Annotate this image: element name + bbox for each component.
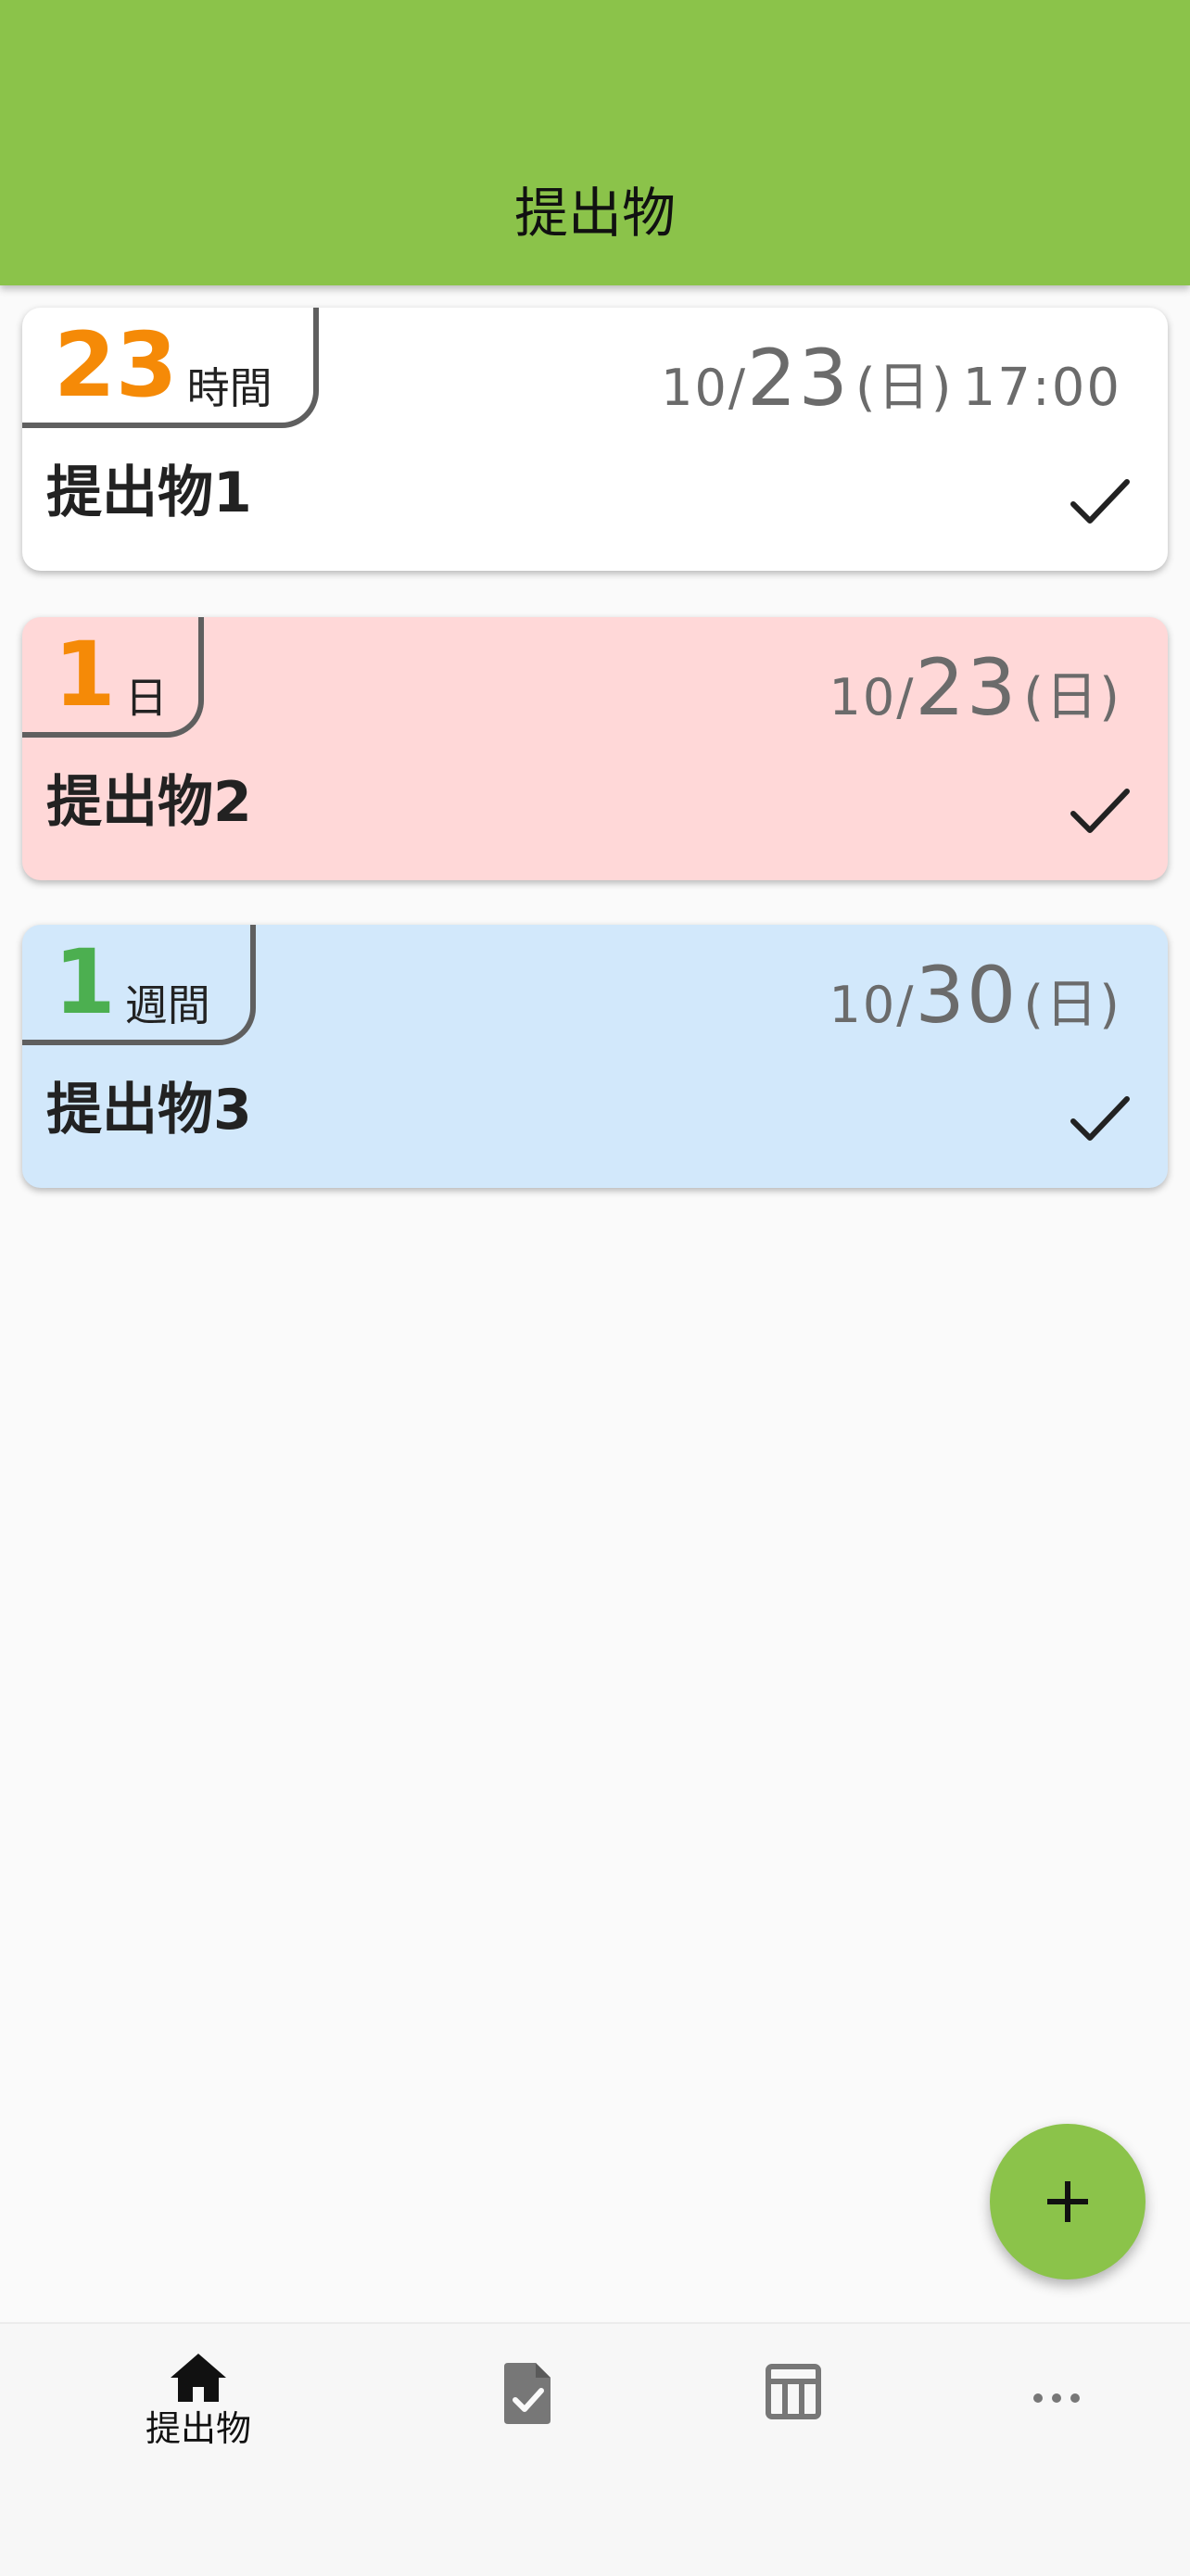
more-icon (1033, 2393, 1080, 2403)
remaining-value: 1 (54, 930, 116, 1034)
page-title: 提出物 (513, 182, 676, 245)
nav-item-home[interactable]: 提出物 (106, 2352, 291, 2500)
due-month: 10 (829, 668, 897, 726)
nav-item-label: 提出物 (145, 2408, 251, 2449)
remaining-unit: 時間 (186, 363, 272, 413)
assignment-title: 提出物1 (46, 461, 252, 525)
assignment-card-2[interactable]: 1 日 10/23 (日) 提出物2 (22, 617, 1168, 880)
remaining-time-badge: 23 時間 (22, 308, 319, 428)
remaining-unit: 週間 (124, 980, 210, 1030)
due-date: 10/30 (日) (829, 945, 1121, 1038)
due-date: 10/23 (日) 17:00 (661, 328, 1121, 421)
assignment-card-1[interactable]: 23 時間 10/23 (日) 17:00 提出物1 (22, 308, 1168, 571)
remaining-time-badge: 1 日 (22, 617, 204, 738)
due-time: 17:00 (962, 358, 1121, 418)
assignment-title: 提出物3 (46, 1078, 252, 1143)
due-date: 10/23 (日) (829, 638, 1121, 730)
due-day: 23 (915, 642, 1019, 733)
home-icon (171, 2354, 226, 2402)
check-icon[interactable] (1068, 474, 1133, 530)
assignment-card-3[interactable]: 1 週間 10/30 (日) 提出物3 (22, 925, 1168, 1188)
check-icon[interactable] (1068, 1092, 1133, 1147)
bottom-navigation: 提出物 (0, 2322, 1190, 2576)
table-icon (766, 2364, 821, 2419)
due-day: 30 (915, 950, 1019, 1041)
nav-item-submissions[interactable] (436, 2352, 621, 2500)
due-weekday: (日) (1023, 975, 1121, 1035)
plus-icon (1047, 2181, 1088, 2222)
check-icon[interactable] (1068, 784, 1133, 840)
assignment-title: 提出物2 (46, 770, 252, 835)
due-month: 10 (829, 976, 897, 1034)
remaining-value: 23 (54, 313, 178, 417)
nav-item-timetable[interactable] (701, 2352, 886, 2500)
remaining-value: 1 (54, 623, 116, 726)
date-separator: / (896, 668, 916, 726)
document-check-icon (504, 2363, 551, 2424)
remaining-unit: 日 (124, 673, 168, 723)
nav-item-more[interactable] (964, 2352, 1149, 2500)
due-weekday: (日) (855, 358, 954, 418)
date-separator: / (896, 976, 916, 1034)
due-day: 23 (747, 333, 850, 423)
due-weekday: (日) (1023, 667, 1121, 727)
app-bar: 提出物 (0, 0, 1190, 285)
add-assignment-button[interactable] (990, 2124, 1146, 2279)
date-separator: / (728, 359, 748, 417)
remaining-time-badge: 1 週間 (22, 925, 256, 1045)
due-month: 10 (661, 359, 728, 417)
